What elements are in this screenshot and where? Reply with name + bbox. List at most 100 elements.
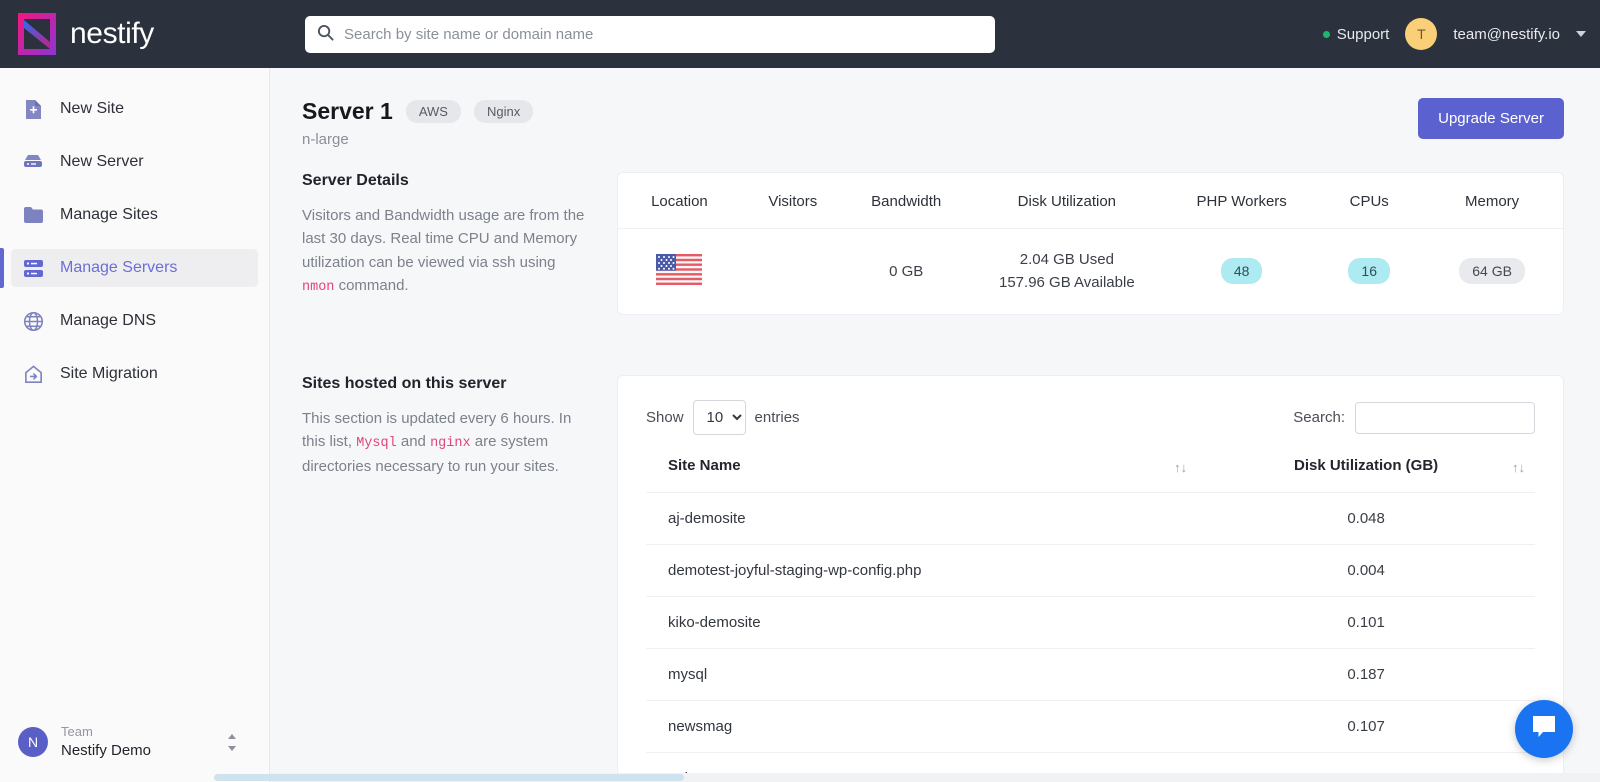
upgrade-server-button[interactable]: Upgrade Server	[1418, 98, 1564, 139]
col-visitors: Visitors	[740, 173, 845, 229]
sidebar-item-new-server[interactable]: New Server	[11, 143, 258, 181]
show-label: Show	[646, 409, 684, 426]
file-plus-icon	[22, 98, 44, 120]
header-right-actions: Support T team@nestify.io	[1322, 0, 1586, 68]
desc-text-post: command.	[334, 276, 409, 294]
sidebar-item-label: Manage Sites	[60, 206, 158, 223]
cell-memory: 64 GB	[1421, 229, 1563, 315]
server-details-heading: Server Details	[302, 172, 409, 189]
team-name: Nestify Demo	[61, 741, 152, 759]
col-memory: Memory	[1421, 173, 1563, 229]
migration-icon	[22, 363, 44, 385]
search-input[interactable]	[344, 26, 983, 43]
disk-available-value: 157.96 GB Available	[999, 273, 1135, 291]
team-avatar: N	[18, 727, 48, 758]
scrollbar-thumb[interactable]	[214, 774, 684, 781]
sidebar-item-label: New Server	[60, 153, 144, 170]
table-row[interactable]: kiko-demosite 0.101	[646, 596, 1535, 649]
cell-disk-value: 0.048	[1197, 492, 1535, 545]
chat-bubble-icon	[1529, 713, 1559, 746]
table-row[interactable]: newsmag 0.107	[646, 700, 1535, 753]
support-link[interactable]: Support	[1322, 25, 1390, 43]
nmon-code-token: nmon	[302, 279, 335, 295]
table-search-label: Search:	[1293, 409, 1345, 426]
team-label: Team	[61, 724, 93, 740]
disk-used-value: 2.04 GB Used	[1019, 251, 1114, 268]
cell-site-name: newsmag	[646, 700, 1198, 753]
sites-hosted-aside: Sites hosted on this server This section…	[302, 375, 617, 782]
sites-header-row: Site Name ↑↓ Disk Utilization (GB) ↑↓	[646, 457, 1535, 493]
cell-disk-value: 0.107	[1197, 700, 1535, 753]
col-site-name-label: Site Name	[668, 457, 741, 474]
user-email-label[interactable]: team@nestify.io	[1453, 26, 1560, 43]
provider-badge: AWS	[405, 100, 461, 123]
cell-site-name: demotest-joyful-staging-wp-config.php	[646, 544, 1198, 597]
sites-table-card: Show 10 entries Search: Site Name ↑↓ Dis…	[617, 375, 1564, 782]
sidebar-item-new-site[interactable]: New Site	[11, 90, 258, 128]
horizontal-scrollbar[interactable]	[214, 773, 1600, 782]
cell-php-workers: 48	[1166, 229, 1317, 315]
cell-bandwidth: 0 GB	[889, 263, 924, 280]
sidebar-item-manage-servers[interactable]: Manage Servers	[0, 248, 258, 288]
col-disk-gb[interactable]: Disk Utilization (GB) ↑↓	[1197, 457, 1535, 493]
sites-hosted-heading: Sites hosted on this server	[302, 375, 507, 392]
stats-data-row: 0 GB 2.04 GB Used 157.96 GB Available 48…	[618, 229, 1563, 315]
show-entries-control: Show 10 entries	[646, 400, 800, 435]
support-label: Support	[1336, 25, 1390, 43]
server-icon	[22, 151, 44, 173]
col-bandwidth: Bandwidth	[844, 173, 968, 229]
table-row[interactable]: aj-demosite 0.048	[646, 492, 1535, 545]
search-icon	[317, 24, 334, 46]
global-search[interactable]	[305, 16, 995, 53]
sort-arrows-icon[interactable]: ↑↓	[1512, 460, 1525, 475]
team-switcher[interactable]: N Team Nestify Demo	[0, 724, 270, 760]
page-title: Server 1	[302, 98, 393, 124]
brand-logo[interactable]: nestify	[0, 11, 270, 57]
sidebar-item-label: Manage Servers	[60, 259, 178, 276]
sidebar-item-label: New Site	[60, 100, 125, 117]
table-controls: Show 10 entries Search:	[646, 400, 1535, 435]
table-search-input[interactable]	[1355, 401, 1535, 434]
sidebar-nav: New Site New Server Manage Sites Manage …	[0, 68, 269, 393]
cell-site-name: aj-demosite	[646, 492, 1198, 545]
updown-chevron-icon[interactable]	[226, 733, 238, 752]
avatar[interactable]: T	[1405, 18, 1438, 50]
col-site-name[interactable]: Site Name ↑↓	[646, 457, 1197, 493]
us-flag-icon	[656, 254, 703, 285]
desc-text-pre: Visitors and Bandwidth usage are from th…	[302, 207, 585, 271]
server-stats-table: Location Visitors Bandwidth Disk Utiliza…	[618, 173, 1563, 314]
col-php-workers: PHP Workers	[1166, 173, 1318, 229]
cell-location	[618, 229, 741, 315]
status-dot-icon	[1322, 30, 1330, 38]
brand-name: nestify	[70, 17, 154, 50]
sites-hosted-section: Sites hosted on this server This section…	[270, 375, 1600, 782]
sites-table-body: aj-demosite 0.048 demotest-joyful-stagin…	[646, 492, 1535, 782]
sidebar-item-site-migration[interactable]: Site Migration	[11, 355, 258, 393]
sidebar: New Site New Server Manage Sites Manage …	[0, 68, 270, 782]
entries-select[interactable]: 10	[692, 400, 746, 435]
table-row[interactable]: demotest-joyful-staging-wp-config.php 0.…	[646, 544, 1535, 597]
chevron-down-icon[interactable]	[1576, 31, 1586, 37]
sidebar-item-label: Site Migration	[60, 365, 158, 382]
stats-header-row: Location Visitors Bandwidth Disk Utiliza…	[618, 173, 1563, 229]
php-workers-badge: 48	[1220, 258, 1263, 284]
cell-disk-value: 0.101	[1197, 596, 1535, 649]
sidebar-item-manage-dns[interactable]: Manage DNS	[11, 302, 258, 340]
sidebar-item-manage-sites[interactable]: Manage Sites	[11, 196, 258, 234]
sidebar-item-label: Manage DNS	[60, 312, 157, 329]
col-cpus: CPUs	[1317, 173, 1422, 229]
globe-icon	[22, 310, 44, 332]
server-stack-icon	[22, 257, 44, 279]
server-details-aside: Server Details Visitors and Bandwidth us…	[302, 172, 617, 315]
col-disk-utilization: Disk Utilization	[967, 173, 1167, 229]
cpus-badge: 16	[1348, 258, 1390, 284]
col-location: Location	[618, 173, 741, 229]
mysql-code-token: Mysql	[356, 436, 397, 452]
entries-label: entries	[754, 409, 800, 426]
cell-disk-value: 0.187	[1197, 648, 1535, 701]
sort-arrows-icon[interactable]: ↑↓	[1174, 460, 1187, 475]
chat-support-button[interactable]	[1515, 700, 1573, 758]
table-row[interactable]: mysql 0.187	[646, 648, 1535, 701]
cell-visitors	[741, 229, 845, 315]
cell-site-name: mysql	[646, 648, 1198, 701]
